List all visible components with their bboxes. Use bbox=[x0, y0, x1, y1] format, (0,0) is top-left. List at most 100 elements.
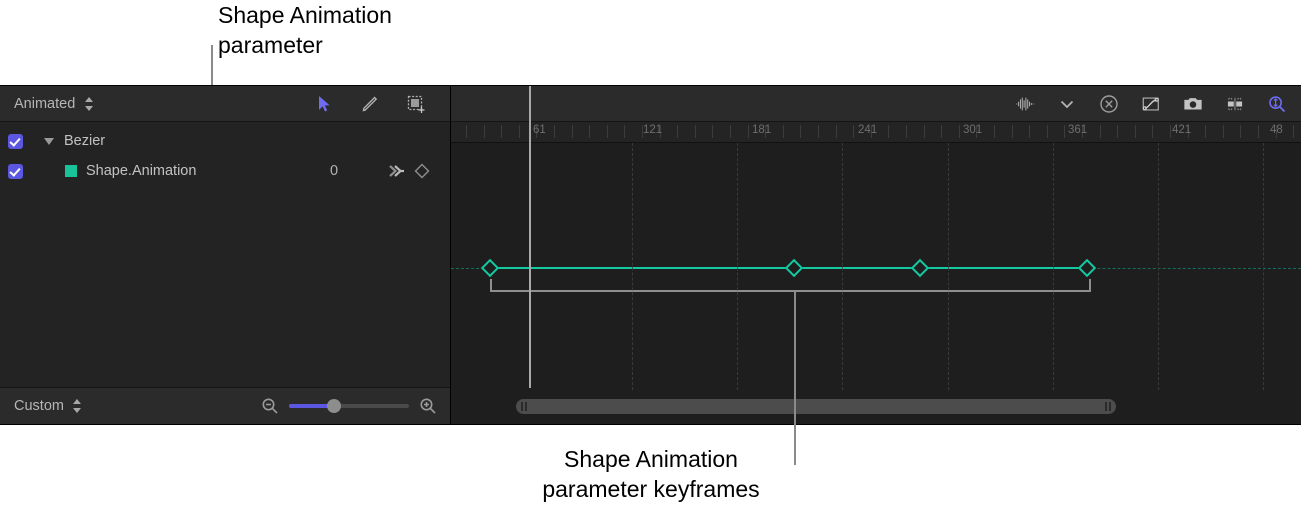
chevron-down-icon[interactable] bbox=[1057, 94, 1077, 114]
gridline bbox=[1053, 143, 1055, 390]
select-arrow-tool[interactable] bbox=[314, 94, 334, 114]
up-down-arrows-icon bbox=[85, 96, 94, 112]
audio-waveform-icon[interactable] bbox=[1015, 94, 1035, 114]
ruler-tick bbox=[554, 125, 555, 138]
ruler-tick-label: 301 bbox=[963, 124, 983, 136]
ruler-tick bbox=[1240, 125, 1242, 138]
animated-filter-popup[interactable]: Animated bbox=[14, 96, 94, 112]
add-keyframe-diamond-icon[interactable] bbox=[412, 161, 432, 181]
horizontal-scrollbar[interactable] bbox=[516, 399, 1116, 414]
ruler-tick bbox=[1170, 125, 1171, 138]
curve-editor-icon[interactable] bbox=[1141, 94, 1161, 114]
ruler-tick bbox=[589, 125, 591, 138]
ruler-tick bbox=[906, 125, 907, 138]
keyframe-next-icon[interactable] bbox=[386, 161, 406, 181]
parameter-list-panel: Animated Bezier Shape.Animation 0 Custom bbox=[0, 86, 451, 424]
animated-filter-label: Animated bbox=[14, 95, 76, 112]
keyframe-diamond[interactable] bbox=[784, 258, 804, 278]
curve-editor-toolbar bbox=[451, 86, 1301, 122]
ruler-tick bbox=[466, 125, 467, 138]
keyframe-diamond[interactable] bbox=[480, 258, 500, 278]
ruler-tick-label: 361 bbox=[1068, 124, 1088, 136]
ruler-tick bbox=[1064, 125, 1066, 138]
gridline bbox=[737, 143, 739, 390]
ruler-tick bbox=[1222, 125, 1224, 138]
row-label-bezier: Bezier bbox=[64, 133, 106, 149]
enable-checkbox-shape-animation[interactable] bbox=[8, 163, 23, 179]
enable-checkbox-bezier[interactable] bbox=[8, 133, 23, 149]
timeline-ruler[interactable]: 61 121 181 241 301 361 421 48 bbox=[451, 122, 1301, 143]
keyframe-diamond[interactable] bbox=[1077, 258, 1097, 278]
parameter-value[interactable]: 0 bbox=[330, 163, 338, 179]
ruler-tick bbox=[818, 125, 819, 138]
marquee-add-tool[interactable] bbox=[406, 94, 426, 114]
ruler-tick bbox=[1011, 125, 1013, 138]
camera-icon[interactable] bbox=[1183, 94, 1203, 114]
callout-bottom-text: Shape Animation parameter keyframes bbox=[542, 446, 760, 502]
ruler-tick bbox=[800, 125, 802, 138]
parameter-list-footer: Custom bbox=[0, 387, 450, 424]
callout-bottom-leader bbox=[794, 291, 796, 465]
ruler-tick bbox=[1258, 125, 1259, 138]
curve-set-popup[interactable]: Custom bbox=[14, 398, 82, 414]
ruler-tick bbox=[501, 125, 503, 138]
table-row[interactable]: Bezier bbox=[0, 126, 450, 156]
callout-top-text: Shape Animation parameter bbox=[218, 2, 392, 58]
gridline bbox=[1263, 143, 1265, 390]
ruler-tick-label: 48 bbox=[1270, 124, 1283, 136]
parameter-list-header: Animated bbox=[0, 86, 450, 122]
zoom-slider-knob[interactable] bbox=[327, 399, 342, 413]
ruler-tick bbox=[1134, 125, 1136, 138]
zoom-fit-icon[interactable] bbox=[1267, 94, 1287, 114]
playhead[interactable] bbox=[529, 86, 531, 388]
zoom-slider[interactable] bbox=[289, 399, 409, 413]
keyframe-editor-window: Animated Bezier Shape.Animation 0 Custom… bbox=[0, 85, 1301, 425]
ruler-tick-label: 61 bbox=[533, 124, 546, 136]
ruler-tick bbox=[888, 125, 890, 138]
scrollbar-grip-right[interactable] bbox=[1105, 402, 1111, 411]
ruler-tick bbox=[518, 125, 520, 138]
ruler-tick bbox=[1293, 125, 1295, 138]
zoom-out-icon[interactable] bbox=[260, 396, 280, 416]
ruler-tick bbox=[712, 125, 714, 138]
ruler-tick bbox=[606, 125, 608, 138]
table-row[interactable]: Shape.Animation 0 bbox=[0, 156, 450, 186]
ruler-tick-label: 421 bbox=[1172, 124, 1192, 136]
ruler-tick-label: 181 bbox=[752, 124, 772, 136]
curve-set-label: Custom bbox=[14, 398, 64, 414]
curve-editor-panel: 61 121 181 241 301 361 421 48 bbox=[451, 86, 1301, 424]
ruler-tick bbox=[941, 125, 943, 138]
keyframe-diamond[interactable] bbox=[910, 258, 930, 278]
ruler-tick bbox=[1117, 125, 1119, 138]
ruler-tick-label: 121 bbox=[643, 124, 663, 136]
ruler-tick bbox=[747, 125, 749, 138]
zoom-in-icon[interactable] bbox=[418, 396, 438, 416]
pen-tool[interactable] bbox=[360, 94, 380, 114]
ruler-tick-label: 241 bbox=[858, 124, 878, 136]
horizontal-scroll-area bbox=[451, 390, 1301, 424]
ruler-tick bbox=[1152, 125, 1154, 138]
zoom-controls bbox=[260, 396, 438, 416]
disclosure-triangle-icon[interactable] bbox=[44, 137, 54, 145]
ruler-tick bbox=[571, 125, 573, 138]
ruler-tick bbox=[835, 125, 837, 138]
ruler-tick bbox=[853, 125, 855, 138]
ruler-tick bbox=[782, 125, 784, 138]
row-label-shape-animation: Shape.Animation bbox=[86, 163, 197, 179]
parameter-rows: Bezier Shape.Animation 0 bbox=[0, 122, 450, 387]
up-down-arrows-icon bbox=[72, 398, 82, 414]
scrollbar-grip-left[interactable] bbox=[521, 402, 527, 411]
circle-x-icon[interactable] bbox=[1099, 94, 1119, 114]
gridline bbox=[948, 143, 950, 390]
ruler-tick bbox=[730, 125, 731, 138]
ruler-tick bbox=[994, 125, 995, 138]
ruler-tick bbox=[923, 125, 925, 138]
ruler-tick bbox=[624, 125, 626, 138]
gridline bbox=[842, 143, 844, 390]
ruler-tick bbox=[1099, 125, 1101, 138]
keyframe-curve-canvas[interactable] bbox=[451, 143, 1301, 390]
ruler-tick bbox=[694, 125, 696, 138]
ruler-tick bbox=[483, 125, 485, 138]
keyframe-spread-icon[interactable] bbox=[1225, 94, 1245, 114]
keyframe-selection-bracket bbox=[490, 279, 1091, 292]
